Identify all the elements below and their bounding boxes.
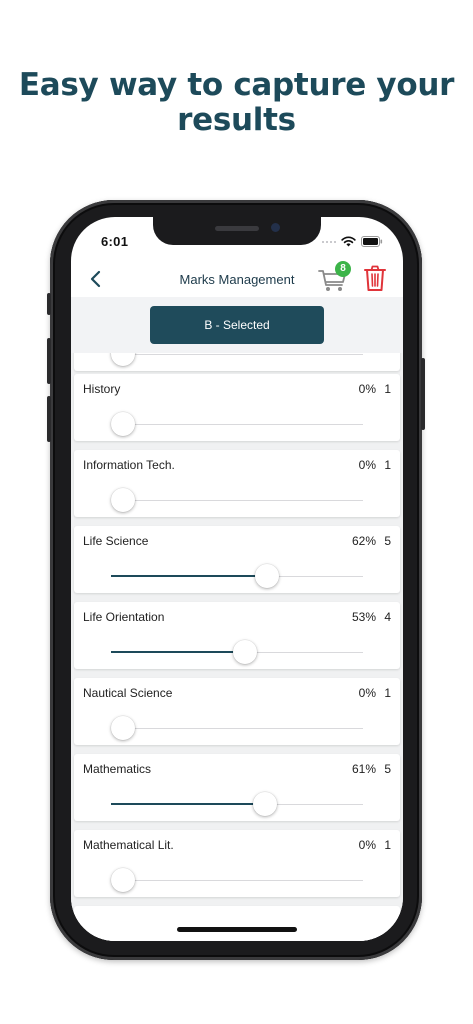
subject-label: Life Science: [83, 534, 149, 548]
phone-mute-switch: [47, 293, 51, 315]
subject-label: Mathematics: [83, 762, 152, 776]
phone-side-button: [421, 358, 425, 430]
subject-percent: 0%: [358, 458, 376, 472]
status-time: 6:01: [101, 234, 129, 249]
speaker: [215, 226, 259, 231]
subject-label: Nautical Science: [83, 686, 173, 700]
headline-line-1: Easy way to capture your: [18, 67, 455, 103]
subject-percent: 61%: [351, 762, 376, 776]
slider-thumb[interactable]: [111, 488, 135, 512]
trash-icon[interactable]: [363, 264, 387, 292]
subject-card-mathematics: Mathematics 61% 5: [74, 754, 400, 821]
phone-volume-up: [47, 338, 51, 384]
slider-thumb[interactable]: [111, 412, 135, 436]
subjects-list[interactable]: History 0% 1 Information Tech. 0% 1 Life…: [71, 353, 403, 941]
cart-count-badge: 8: [335, 261, 351, 277]
selected-grade-button[interactable]: B - Selected: [150, 306, 324, 344]
subject-grade: 1: [384, 382, 391, 396]
slider-thumb[interactable]: [255, 564, 279, 588]
subject-percent: 0%: [358, 838, 376, 852]
subject-percent: 62%: [351, 534, 376, 548]
subject-label: History: [83, 382, 121, 396]
slider-track: [111, 488, 363, 512]
slider-track: [111, 716, 363, 740]
subject-percent: 0%: [358, 382, 376, 396]
subject-label: Mathematical Lit.: [83, 838, 174, 852]
subject-label: Information Tech.: [83, 458, 175, 472]
subject-card-nautical-science: Nautical Science 0% 1: [74, 678, 400, 745]
battery-icon: [361, 236, 383, 247]
subject-card-life-science: Life Science 62% 5: [74, 526, 400, 593]
app-screen: 6:01 Marks Management 8 B - Selected His…: [71, 217, 403, 941]
slider-fill: [111, 651, 245, 653]
slider-track: [111, 353, 363, 366]
wifi-icon: [341, 236, 356, 247]
phone-volume-down: [47, 396, 51, 442]
page-title: Marks Management: [179, 272, 295, 287]
nav-bar: Marks Management 8: [71, 261, 403, 297]
home-indicator[interactable]: [177, 927, 297, 932]
subject-grade: 5: [384, 534, 391, 548]
subject-grade: 1: [384, 686, 391, 700]
slider-fill: [111, 803, 265, 805]
camera: [271, 223, 280, 232]
subject-percent: 53%: [351, 610, 376, 624]
slider-track: [111, 640, 363, 664]
subject-card-partial: [74, 353, 400, 371]
slider-thumb[interactable]: [111, 716, 135, 740]
headline-line-2: results: [177, 102, 296, 138]
subject-card-mathematical-lit: Mathematical Lit. 0% 1: [74, 830, 400, 897]
slider-thumb[interactable]: [111, 868, 135, 892]
subject-card-history: History 0% 1: [74, 374, 400, 441]
notch: [153, 217, 321, 245]
subject-card-information-tech: Information Tech. 0% 1: [74, 450, 400, 517]
headline: Easy way to capture your results: [0, 68, 473, 138]
subject-grade: 1: [384, 458, 391, 472]
subject-grade: 5: [384, 762, 391, 776]
signal-icon: [322, 240, 336, 243]
slider-track: [111, 412, 363, 436]
slider-track: [111, 868, 363, 892]
status-icons: [322, 236, 383, 247]
slider-fill: [111, 575, 267, 577]
subject-label: Life Orientation: [83, 610, 165, 624]
bottom-safe-area: [71, 911, 403, 941]
slider-track: [111, 564, 363, 588]
slider-track: [111, 792, 363, 816]
subject-grade: 4: [384, 610, 391, 624]
subject-percent: 0%: [358, 686, 376, 700]
slider-thumb[interactable]: [253, 792, 277, 816]
slider-thumb[interactable]: [233, 640, 257, 664]
subject-grade: 1: [384, 838, 391, 852]
selection-bar: B - Selected: [71, 297, 403, 353]
subject-card-life-orientation: Life Orientation 53% 4: [74, 602, 400, 669]
slider-thumb[interactable]: [111, 353, 135, 366]
